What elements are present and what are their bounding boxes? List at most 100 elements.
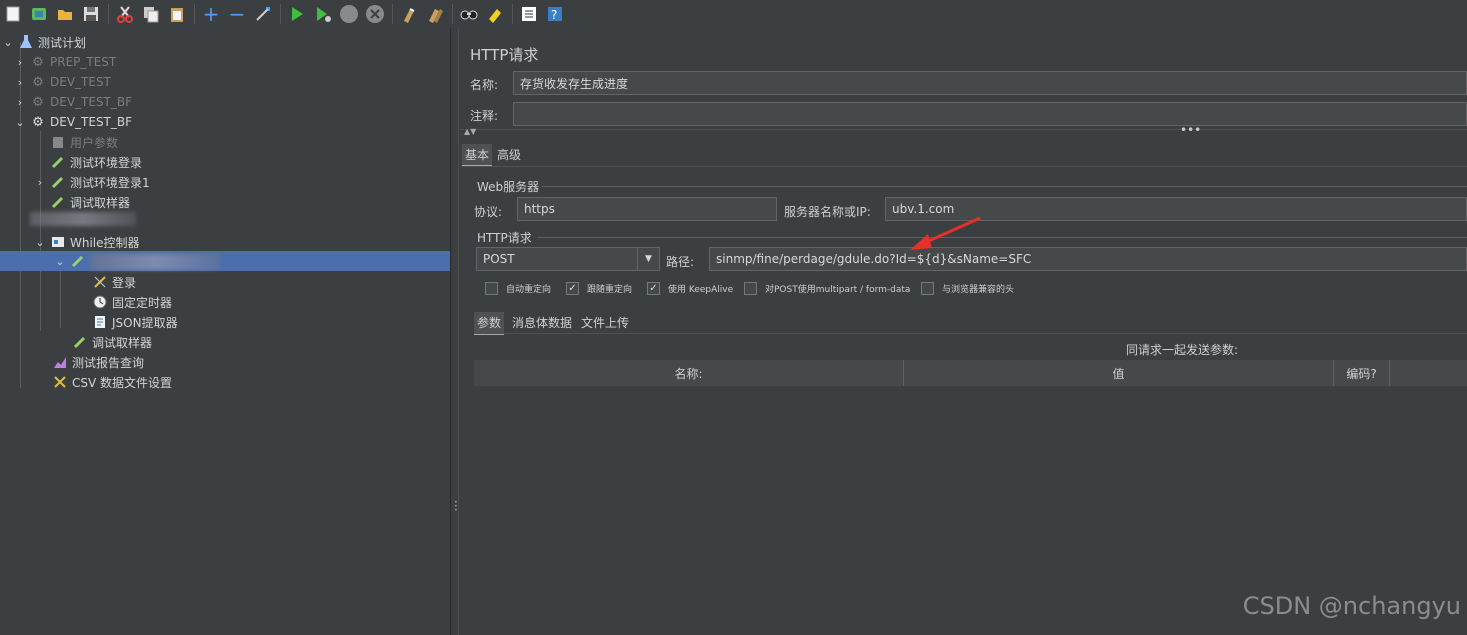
params-table-body[interactable] [474,386,1467,616]
tree-node-while-controller[interactable]: ⌄ While控制器 [34,232,139,252]
toggle-icon[interactable] [252,3,274,25]
pipette-icon [50,174,66,190]
method-value: POST [483,252,515,266]
pipette-icon [70,253,86,269]
tab-basic[interactable]: 基本 [462,144,493,167]
toolbar-separator [452,4,453,24]
save-icon[interactable] [80,3,102,25]
pane-splitter[interactable]: · · · [450,28,459,635]
tree-guide-line [60,268,61,328]
redacted-region [30,212,136,226]
chevron-right-icon[interactable]: › [14,96,26,109]
tree-node-user-params[interactable]: 用户参数 [50,132,118,152]
start-icon[interactable] [286,3,308,25]
report-icon [52,354,68,370]
flask-icon [18,34,34,50]
collapse-divider[interactable]: ▲▼ ••• [460,123,1467,138]
tab-file-upload[interactable]: 文件上传 [578,312,632,333]
drag-handle-icon[interactable]: ••• [1180,123,1201,137]
cut-icon[interactable] [114,3,136,25]
gear-icon: ⚙ [32,54,44,70]
chevron-right-icon[interactable]: › [14,56,26,69]
column-header-encode[interactable]: 编码? [1334,360,1390,386]
protocol-label: 协议: [474,205,503,219]
collapse-icon[interactable]: − [226,3,248,25]
section-divider [538,237,1467,238]
chevron-right-icon[interactable]: › [34,176,46,189]
toolbar-separator [280,4,281,24]
protocol-field[interactable]: https [517,197,777,221]
start-no-pause-icon[interactable] [312,3,334,25]
comment-label: 注释: [470,109,499,123]
tree-node-sampler[interactable]: › 测试环境登录1 [34,172,150,192]
checkbox-box[interactable] [744,282,757,295]
annotation-arrow [910,216,981,250]
column-header-extra[interactable] [1390,360,1467,386]
function-helper-icon[interactable] [518,3,540,25]
tree-node-group[interactable]: › ⚙ DEV_TEST_BF [14,92,132,112]
tree-node-sampler[interactable]: 测试环境登录 [50,152,142,172]
new-icon[interactable] [2,3,24,25]
reset-search-icon[interactable] [484,3,506,25]
tab-advanced[interactable]: 高级 [494,144,524,165]
extractor-icon [92,314,108,330]
checkbox-box[interactable] [485,282,498,295]
clear-icon[interactable] [398,3,420,25]
tree-node-login[interactable]: 登录 [92,272,136,292]
tree-node-debug-sampler[interactable]: 调试取样器 [72,332,152,352]
checkbox-multipart[interactable]: 对POST使用multipart / form-data [744,282,910,295]
tree-node-group[interactable]: ⌄ ⚙ DEV_TEST_BF [14,112,132,132]
checkbox-keepalive[interactable]: ✓ 使用 KeepAlive [647,282,733,295]
clear-all-icon[interactable] [424,3,446,25]
search-icon[interactable] [458,3,480,25]
pipette-icon [50,154,66,170]
toolbar-separator [512,4,513,24]
help-icon[interactable]: ? [544,3,566,25]
watermark: CSDN @nchangyu [1242,592,1461,620]
chevron-down-icon[interactable]: ⌄ [14,116,26,129]
chevron-down-icon[interactable]: ⌄ [2,36,14,49]
method-select[interactable]: POST ▼ [476,247,660,271]
comment-field[interactable] [513,102,1467,126]
copy-icon[interactable] [140,3,162,25]
tree-node-timer[interactable]: 固定定时器 [92,292,172,312]
redacted-region [90,254,220,270]
checkbox-follow-redirects[interactable]: ✓ 跟随重定向 [566,282,632,295]
checkbox-box[interactable] [921,282,934,295]
chevron-down-icon[interactable]: ⌄ [34,236,46,249]
timer-icon [92,294,108,310]
checkbox-browser-headers[interactable]: 与浏览器兼容的头 [921,282,1014,295]
tree-node-json-extractor[interactable]: JSON提取器 [92,312,178,332]
checkbox-auto-redirect[interactable]: 自动重定向 [485,282,551,295]
path-field[interactable]: sinmp/fine/perdage/gdule.do?Id=${d}&sNam… [709,247,1467,271]
tab-divider [460,166,1467,167]
checkmark-icon[interactable]: ✓ [566,282,579,295]
column-header-value[interactable]: 值 [904,360,1334,386]
params-caption: 同请求一起发送参数: [1126,343,1239,357]
paste-icon[interactable] [166,3,188,25]
stop-icon[interactable] [338,3,360,25]
open-icon[interactable] [54,3,76,25]
column-header-name[interactable]: 名称: [474,360,904,386]
tree-node-group[interactable]: › ⚙ DEV_TEST [14,72,111,92]
tree-node-group[interactable]: › ⚙ PREP_TEST [14,52,116,72]
name-field[interactable]: 存货收发存生成进度 [513,71,1467,95]
test-plan-tree[interactable]: ⌄ 测试计划 › ⚙ PREP_TEST › ⚙ DEV_TEST › ⚙ DE… [0,28,450,635]
web-server-section-title: Web服务器 [477,180,540,194]
collapse-arrows-icon[interactable]: ▲▼ [464,127,476,136]
chevron-right-icon[interactable]: › [14,76,26,89]
chevron-down-icon[interactable]: ▼ [637,248,659,270]
templates-icon[interactable] [28,3,50,25]
tab-body-data[interactable]: 消息体数据 [509,312,575,333]
section-divider [542,186,1467,187]
tree-node-selected[interactable]: ⌄ [0,251,450,271]
tab-parameters[interactable]: 参数 [474,312,505,335]
chevron-down-icon[interactable]: ⌄ [54,255,66,268]
expand-icon[interactable]: + [200,3,222,25]
tree-node-report[interactable]: 测试报告查询 [52,352,144,372]
tree-node-root[interactable]: ⌄ 测试计划 [2,32,86,52]
tree-node-debug-sampler[interactable]: 调试取样器 [50,192,130,212]
checkmark-icon[interactable]: ✓ [647,282,660,295]
shutdown-icon[interactable] [364,3,386,25]
tree-node-csv[interactable]: CSV 数据文件设置 [52,372,172,392]
